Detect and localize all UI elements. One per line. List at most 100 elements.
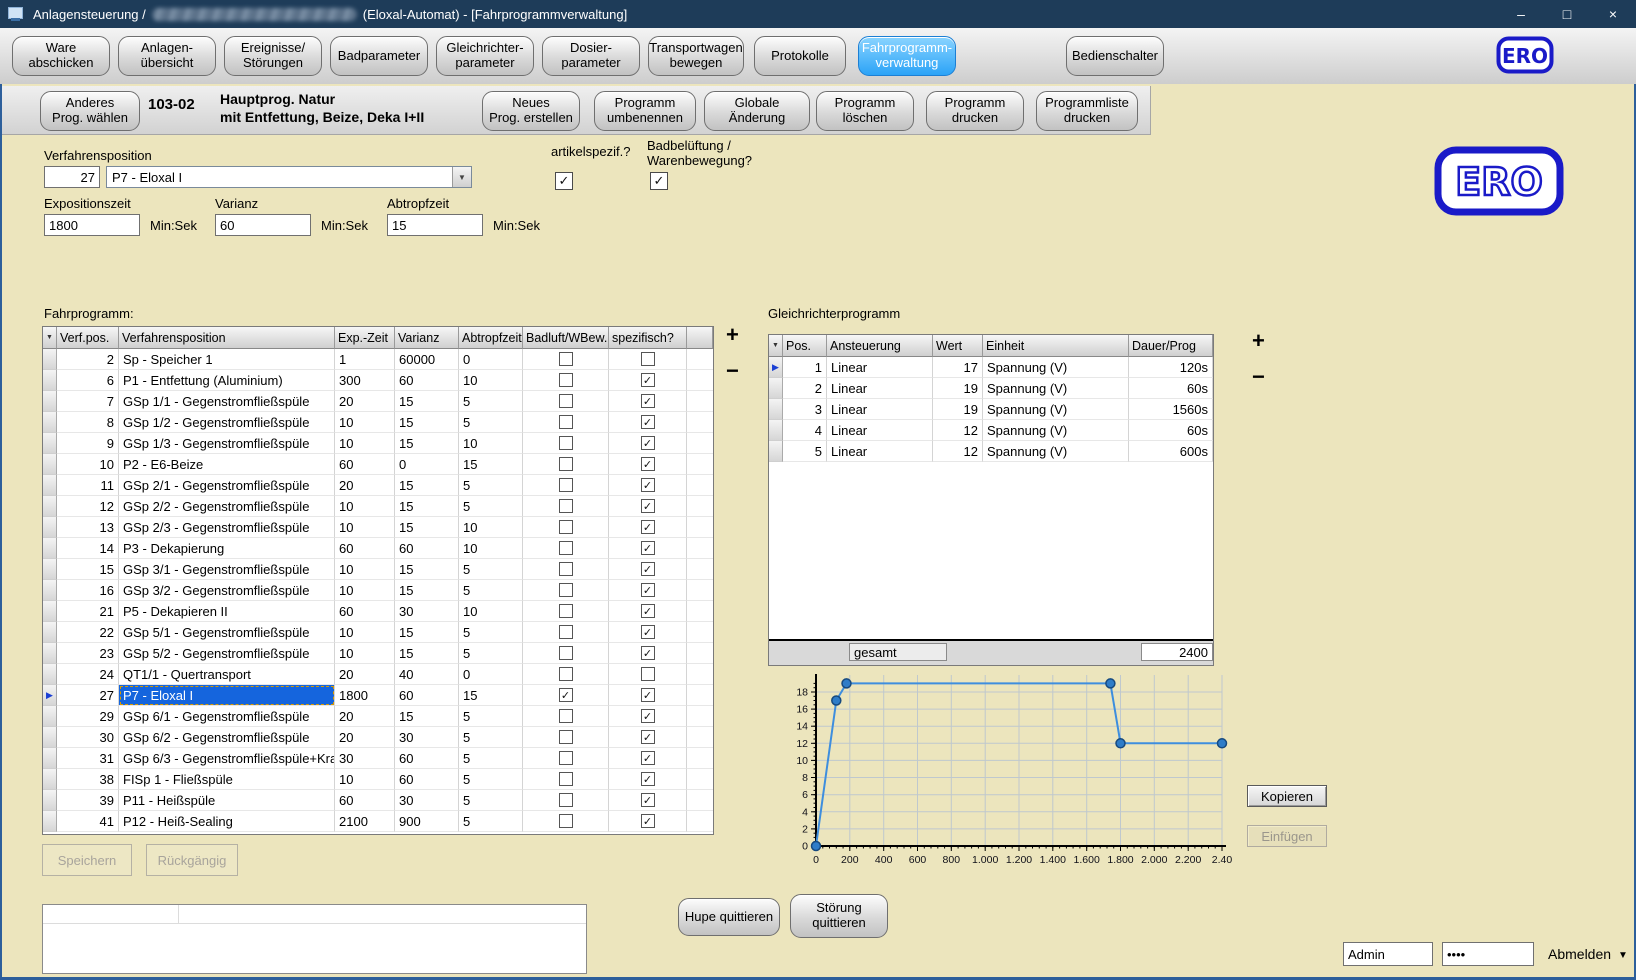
badluft-checkbox[interactable] (559, 814, 573, 828)
fahrprogramm-row[interactable]: 9GSp 1/3 - Gegenstromfließspüle101510✓ (43, 433, 713, 454)
col-verfahrensposition[interactable]: Verfahrensposition (119, 327, 335, 349)
cell-verfahrensposition[interactable]: GSp 1/2 - Gegenstromfließspüle (119, 412, 335, 433)
cell-verfahrensposition[interactable]: GSp 6/1 - Gegenstromfließspüle (119, 706, 335, 727)
fahrprogramm-row[interactable]: 8GSp 1/2 - Gegenstromfließspüle10155✓ (43, 412, 713, 433)
row-selector[interactable] (43, 748, 57, 769)
nav-ereignisse-stoerungen[interactable]: Ereignisse/ Störungen (224, 36, 322, 76)
fahrprogramm-row[interactable]: 15GSp 3/1 - Gegenstromfließspüle10155✓ (43, 559, 713, 580)
fahrprogramm-row[interactable]: 12GSp 2/2 - Gegenstromfließspüle10155✓ (43, 496, 713, 517)
gleichrichter-row[interactable]: 2Linear19Spannung (V)60s (769, 378, 1213, 399)
badbelueftung-checkbox[interactable]: ✓ (650, 172, 668, 190)
spezifisch-checkbox[interactable]: ✓ (641, 583, 655, 597)
gleichrichter-row[interactable]: 5Linear12Spannung (V)600s (769, 441, 1213, 462)
print-program-button[interactable]: Programm drucken (926, 91, 1024, 131)
row-selector[interactable] (769, 378, 783, 399)
spezifisch-checkbox[interactable]: ✓ (641, 520, 655, 534)
fahrprogramm-row[interactable]: 23GSp 5/2 - Gegenstromfließspüle10155✓ (43, 643, 713, 664)
paste-button[interactable]: Einfügen (1247, 825, 1327, 847)
cell-verfahrensposition[interactable]: GSp 5/1 - Gegenstromfließspüle (119, 622, 335, 643)
spezifisch-checkbox[interactable]: ✓ (641, 457, 655, 471)
badluft-checkbox[interactable] (559, 646, 573, 660)
col-dauer[interactable]: Dauer/Prog (1129, 335, 1213, 357)
spezifisch-checkbox[interactable]: ✓ (641, 478, 655, 492)
spezifisch-checkbox[interactable]: ✓ (641, 793, 655, 807)
varianz-input[interactable] (215, 214, 311, 236)
spezifisch-checkbox[interactable]: ✓ (641, 625, 655, 639)
cell-verfahrensposition[interactable]: FISp 1 - Fließspüle (119, 769, 335, 790)
col-varianz[interactable]: Varianz (395, 327, 459, 349)
row-selector[interactable] (43, 790, 57, 811)
cell-verfahrensposition[interactable]: GSp 3/2 - Gegenstromfließspüle (119, 580, 335, 601)
spezifisch-checkbox[interactable]: ✓ (641, 730, 655, 744)
user-field[interactable] (1343, 942, 1433, 966)
row-selector[interactable] (43, 370, 57, 391)
row-selector[interactable] (43, 391, 57, 412)
gleichrichter-remove-button[interactable]: − (1252, 366, 1265, 388)
artikelspezif-checkbox[interactable]: ✓ (555, 172, 573, 190)
spezifisch-checkbox[interactable]: ✓ (641, 772, 655, 786)
nav-anlagenuebersicht[interactable]: Anlagen- übersicht (118, 36, 216, 76)
row-selector[interactable] (43, 601, 57, 622)
fahrprogramm-row[interactable]: 11GSp 2/1 - Gegenstromfließspüle20155✓ (43, 475, 713, 496)
save-button[interactable]: Speichern (42, 844, 132, 876)
badluft-checkbox[interactable] (559, 604, 573, 618)
gleichrichter-add-button[interactable]: + (1252, 330, 1265, 352)
cell-verfahrensposition[interactable]: GSp 6/2 - Gegenstromfließspüle (119, 727, 335, 748)
row-selector[interactable] (43, 433, 57, 454)
fahrprogramm-row[interactable]: 2Sp - Speicher 11600000 (43, 349, 713, 370)
badluft-checkbox[interactable] (559, 373, 573, 387)
row-selector[interactable] (43, 559, 57, 580)
badluft-checkbox[interactable] (559, 499, 573, 513)
password-field[interactable] (1442, 942, 1534, 966)
badluft-checkbox[interactable] (559, 436, 573, 450)
row-marker-icon[interactable]: ▶ (43, 685, 57, 706)
cell-verfahrensposition[interactable]: P7 - Eloxal I (119, 685, 335, 706)
row-selector[interactable] (43, 769, 57, 790)
print-program-list-button[interactable]: Programmliste drucken (1036, 91, 1138, 131)
rename-program-button[interactable]: Programm umbenennen (594, 91, 696, 131)
fahrprogramm-add-button[interactable]: + (726, 324, 739, 346)
spezifisch-checkbox[interactable]: ✓ (641, 394, 655, 408)
fahrprogramm-row[interactable]: 24QT1/1 - Quertransport20400 (43, 664, 713, 685)
badluft-checkbox[interactable] (559, 541, 573, 555)
fahrprogramm-row[interactable]: 22GSp 5/1 - Gegenstromfließspüle10155✓ (43, 622, 713, 643)
choose-other-program-button[interactable]: Anderes Prog. wählen (40, 91, 140, 131)
nav-bedienschalter[interactable]: Bedienschalter (1066, 36, 1164, 76)
badluft-checkbox[interactable]: ✓ (559, 688, 573, 702)
fahrprogramm-row[interactable]: 30GSp 6/2 - Gegenstromfließspüle20305✓ (43, 727, 713, 748)
col-wert[interactable]: Wert (933, 335, 983, 357)
copy-button[interactable]: Kopieren (1247, 785, 1327, 807)
nav-badparameter[interactable]: Badparameter (330, 36, 428, 76)
fahrprogramm-row[interactable]: 21P5 - Dekapieren II603010✓ (43, 601, 713, 622)
badluft-checkbox[interactable] (559, 751, 573, 765)
col-verfpos[interactable]: Verf.pos. (57, 327, 119, 349)
col-abtropfzeit[interactable]: Abtropfzeit (459, 327, 523, 349)
fahrprogramm-remove-button[interactable]: − (726, 360, 739, 382)
spezifisch-checkbox[interactable]: ✓ (641, 604, 655, 618)
cell-verfahrensposition[interactable]: GSp 2/2 - Gegenstromfließspüle (119, 496, 335, 517)
row-marker-icon[interactable]: ▶ (769, 357, 783, 378)
badluft-checkbox[interactable] (559, 709, 573, 723)
col-ansteuerung[interactable]: Ansteuerung (827, 335, 933, 357)
cell-verfahrensposition[interactable]: P1 - Entfettung (Aluminium) (119, 370, 335, 391)
cell-verfahrensposition[interactable]: QT1/1 - Quertransport (119, 664, 335, 685)
spezifisch-checkbox[interactable]: ✓ (641, 562, 655, 576)
verfahrensposition-dropdown[interactable]: P7 - Eloxal I ▼ (106, 166, 472, 188)
position-number-input[interactable] (44, 166, 100, 188)
cell-verfahrensposition[interactable]: Sp - Speicher 1 (119, 349, 335, 370)
hupe-quittieren-button[interactable]: Hupe quittieren (678, 898, 780, 936)
fahrprogramm-row[interactable]: 13GSp 2/3 - Gegenstromfließspüle101510✓ (43, 517, 713, 538)
logout-arrow-icon[interactable]: ▼ (1618, 950, 1628, 961)
spezifisch-checkbox[interactable]: ✓ (641, 415, 655, 429)
spezifisch-checkbox[interactable] (641, 667, 655, 681)
spezifisch-checkbox[interactable]: ✓ (641, 541, 655, 555)
badluft-checkbox[interactable] (559, 730, 573, 744)
gleichrichter-row[interactable]: 4Linear12Spannung (V)60s (769, 420, 1213, 441)
cell-verfahrensposition[interactable]: GSp 5/2 - Gegenstromfließspüle (119, 643, 335, 664)
fahrprogramm-row[interactable]: 41P12 - Heiß-Sealing21009005✓ (43, 811, 713, 832)
nav-ware-abschicken[interactable]: Ware abschicken (12, 36, 110, 76)
badluft-checkbox[interactable] (559, 793, 573, 807)
cell-verfahrensposition[interactable]: GSp 1/3 - Gegenstromfließspüle (119, 433, 335, 454)
spezifisch-checkbox[interactable]: ✓ (641, 688, 655, 702)
badluft-checkbox[interactable] (559, 772, 573, 786)
